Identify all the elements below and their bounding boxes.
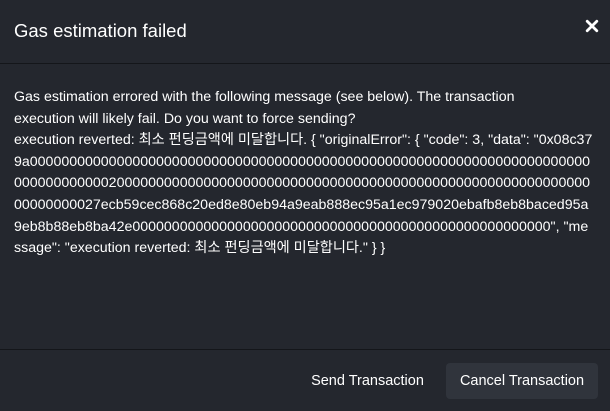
gas-estimation-dialog: Gas estimation failed Gas estimation err… bbox=[0, 0, 610, 411]
message-line-1: Gas estimation errored with the followin… bbox=[14, 89, 515, 105]
dialog-body: Gas estimation errored with the followin… bbox=[14, 87, 594, 260]
message-line-2: execution will likely fail. Do you want … bbox=[14, 110, 356, 127]
dialog-header: Gas estimation failed bbox=[0, 0, 610, 64]
cancel-transaction-button[interactable]: Cancel Transaction bbox=[446, 363, 598, 399]
dialog-footer: Send Transaction Cancel Transaction bbox=[0, 349, 610, 411]
error-details: execution reverted: 최소 펀딩금액에 미달합니다. { "o… bbox=[14, 132, 593, 257]
close-icon-glyph bbox=[585, 19, 599, 33]
send-transaction-button[interactable]: Send Transaction bbox=[296, 363, 439, 399]
close-icon[interactable] bbox=[580, 14, 604, 38]
dialog-title: Gas estimation failed bbox=[14, 20, 187, 41]
